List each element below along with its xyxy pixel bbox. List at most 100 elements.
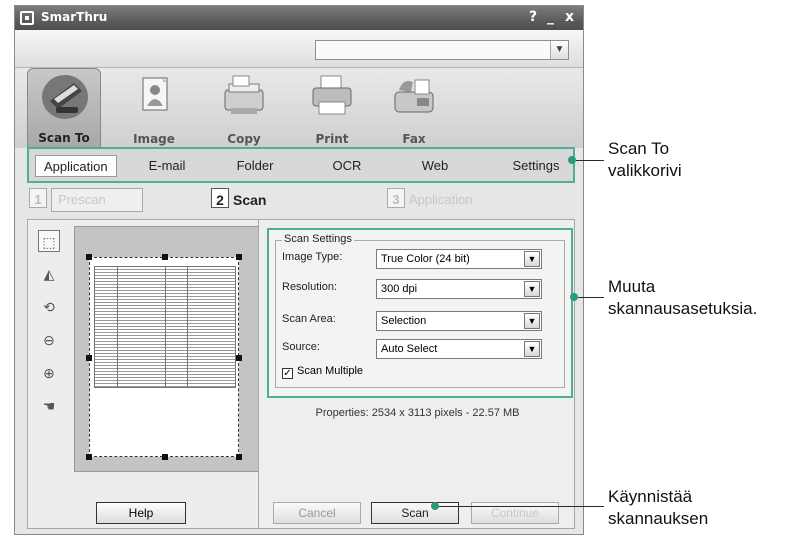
preview-area[interactable]	[74, 226, 260, 472]
menu-application[interactable]: Application	[35, 155, 117, 177]
cancel-button[interactable]: Cancel	[273, 502, 361, 524]
properties-text: Properties: 2534 x 3113 pixels - 22.57 M…	[315, 407, 520, 419]
menu-folder[interactable]: Folder	[225, 155, 285, 177]
hand-pan-icon[interactable]: ☚	[38, 395, 60, 417]
resize-handle[interactable]	[236, 454, 242, 460]
scan-multiple-checkbox[interactable]: ✓ Scan Multiple	[282, 365, 363, 379]
close-button[interactable]: x	[565, 9, 574, 25]
resize-handle[interactable]	[236, 355, 242, 361]
resize-handle[interactable]	[162, 254, 168, 260]
preview-tools: ⬚ ◭ ⟲ ⊖ ⊕ ☚	[38, 230, 62, 428]
scan-area-value: Selection	[381, 315, 427, 327]
step-application[interactable]: 3 Application	[387, 188, 473, 210]
tool-print[interactable]: Print	[295, 68, 369, 148]
callout-line	[439, 506, 604, 507]
window-title: SmarThru	[41, 10, 108, 24]
rotate-icon[interactable]: ⟲	[38, 296, 60, 318]
printer-icon	[312, 75, 352, 115]
step-prescan[interactable]: 1 Prescan	[29, 188, 143, 212]
step-label: Application	[409, 192, 473, 207]
copier-icon	[224, 75, 264, 114]
callout-dot	[431, 502, 439, 510]
tool-label: Image	[133, 132, 175, 146]
source-label: Source:	[282, 341, 320, 353]
source-select[interactable]: Auto Select ▼	[376, 339, 542, 359]
image-type-select[interactable]: True Color (24 bit) ▼	[376, 249, 542, 269]
tool-label: Fax	[402, 132, 426, 146]
fax-icon	[394, 79, 434, 113]
help-icon[interactable]: ?	[529, 9, 537, 25]
resize-handle[interactable]	[86, 355, 92, 361]
callout-settings-line1: Muuta	[608, 277, 656, 296]
chevron-down-icon[interactable]: ▼	[524, 341, 540, 357]
tool-image[interactable]: Image	[117, 68, 191, 148]
checkmark-icon[interactable]: ✓	[282, 368, 293, 379]
top-bar: ▼	[15, 30, 583, 68]
help-button[interactable]: Help	[96, 502, 186, 524]
scan-multiple-label: Scan Multiple	[297, 365, 364, 377]
scanned-page-image	[94, 266, 236, 388]
tool-fax[interactable]: Fax	[377, 68, 451, 148]
resize-handle[interactable]	[86, 254, 92, 260]
menu-web[interactable]: Web	[405, 155, 465, 177]
menu-e-mail[interactable]: E-mail	[137, 155, 197, 177]
callout-scan: Käynnistää skannauksen	[608, 486, 708, 530]
step-label: Scan	[233, 192, 267, 208]
callout-scan-line1: Käynnistää	[608, 487, 693, 506]
settings-panel: Scan Settings Image Type: True Color (24…	[258, 219, 575, 529]
callout-scan-line2: skannauksen	[608, 509, 709, 528]
callout-menu-line1: Scan To	[608, 139, 670, 158]
step-label: Prescan	[51, 188, 143, 212]
zoom-in-icon[interactable]: ⊕	[38, 362, 60, 384]
menu-ocr[interactable]: OCR	[317, 155, 377, 177]
device-select[interactable]: ▼	[315, 40, 569, 60]
scan-to-menu: Application E-mail Folder OCR Web Settin…	[27, 147, 575, 183]
minimize-button[interactable]: _	[547, 9, 554, 25]
chevron-down-icon[interactable]: ▼	[550, 41, 568, 59]
source-value: Auto Select	[381, 343, 438, 355]
step-number: 1	[29, 188, 47, 208]
select-area-icon[interactable]: ⬚	[38, 230, 60, 252]
scan-settings-group: Scan Settings Image Type: True Color (24…	[275, 233, 565, 388]
tool-label: Scan To	[38, 131, 90, 145]
scan-settings-highlight: Scan Settings Image Type: True Color (24…	[267, 228, 573, 398]
step-number: 2	[211, 188, 229, 208]
flip-horizontal-icon[interactable]: ◭	[38, 263, 60, 285]
chevron-down-icon[interactable]: ▼	[524, 281, 540, 297]
app-icon	[20, 11, 34, 25]
step-bar: 1 Prescan 2 Scan 3 Application	[15, 186, 583, 212]
step-number: 3	[387, 188, 405, 208]
tool-label: Copy	[227, 132, 261, 146]
callout-settings: Muuta skannausasetuksia.	[608, 276, 757, 320]
tool-bar: Scan To Image Copy Print Fax	[15, 68, 583, 148]
smarthru-window: SmarThru ? _ x ▼ Scan To Image Copy Prin…	[14, 5, 584, 535]
image-icon	[142, 77, 168, 111]
resolution-select[interactable]: 300 dpi ▼	[376, 279, 542, 299]
scanner-icon	[42, 75, 88, 119]
image-type-label: Image Type:	[282, 251, 343, 263]
scan-area-label: Scan Area:	[282, 313, 336, 325]
resize-handle[interactable]	[236, 254, 242, 260]
scanned-page-selection[interactable]	[86, 254, 242, 460]
menu-settings[interactable]: Settings	[503, 155, 569, 177]
chevron-down-icon[interactable]: ▼	[524, 251, 540, 267]
step-scan[interactable]: 2 Scan	[211, 188, 266, 210]
scan-settings-legend: Scan Settings	[282, 233, 354, 245]
callout-menu: Scan To valikkorivi	[608, 138, 682, 182]
callout-settings-line2: skannausasetuksia.	[608, 299, 758, 318]
callout-dot	[568, 156, 576, 164]
tool-scan-to[interactable]: Scan To	[27, 68, 101, 148]
image-type-value: True Color (24 bit)	[381, 253, 470, 265]
resolution-label: Resolution:	[282, 281, 338, 293]
resolution-value: 300 dpi	[381, 283, 418, 295]
callout-line	[578, 297, 604, 298]
chevron-down-icon[interactable]: ▼	[524, 313, 540, 329]
resize-handle[interactable]	[86, 454, 92, 460]
preview-panel: ⬚ ◭ ⟲ ⊖ ⊕ ☚ Help	[27, 219, 267, 529]
scan-area-select[interactable]: Selection ▼	[376, 311, 542, 331]
tool-copy[interactable]: Copy	[207, 68, 281, 148]
zoom-out-icon[interactable]: ⊖	[38, 329, 60, 351]
tool-label: Print	[315, 132, 349, 146]
callout-dot	[570, 293, 578, 301]
resize-handle[interactable]	[162, 454, 168, 460]
